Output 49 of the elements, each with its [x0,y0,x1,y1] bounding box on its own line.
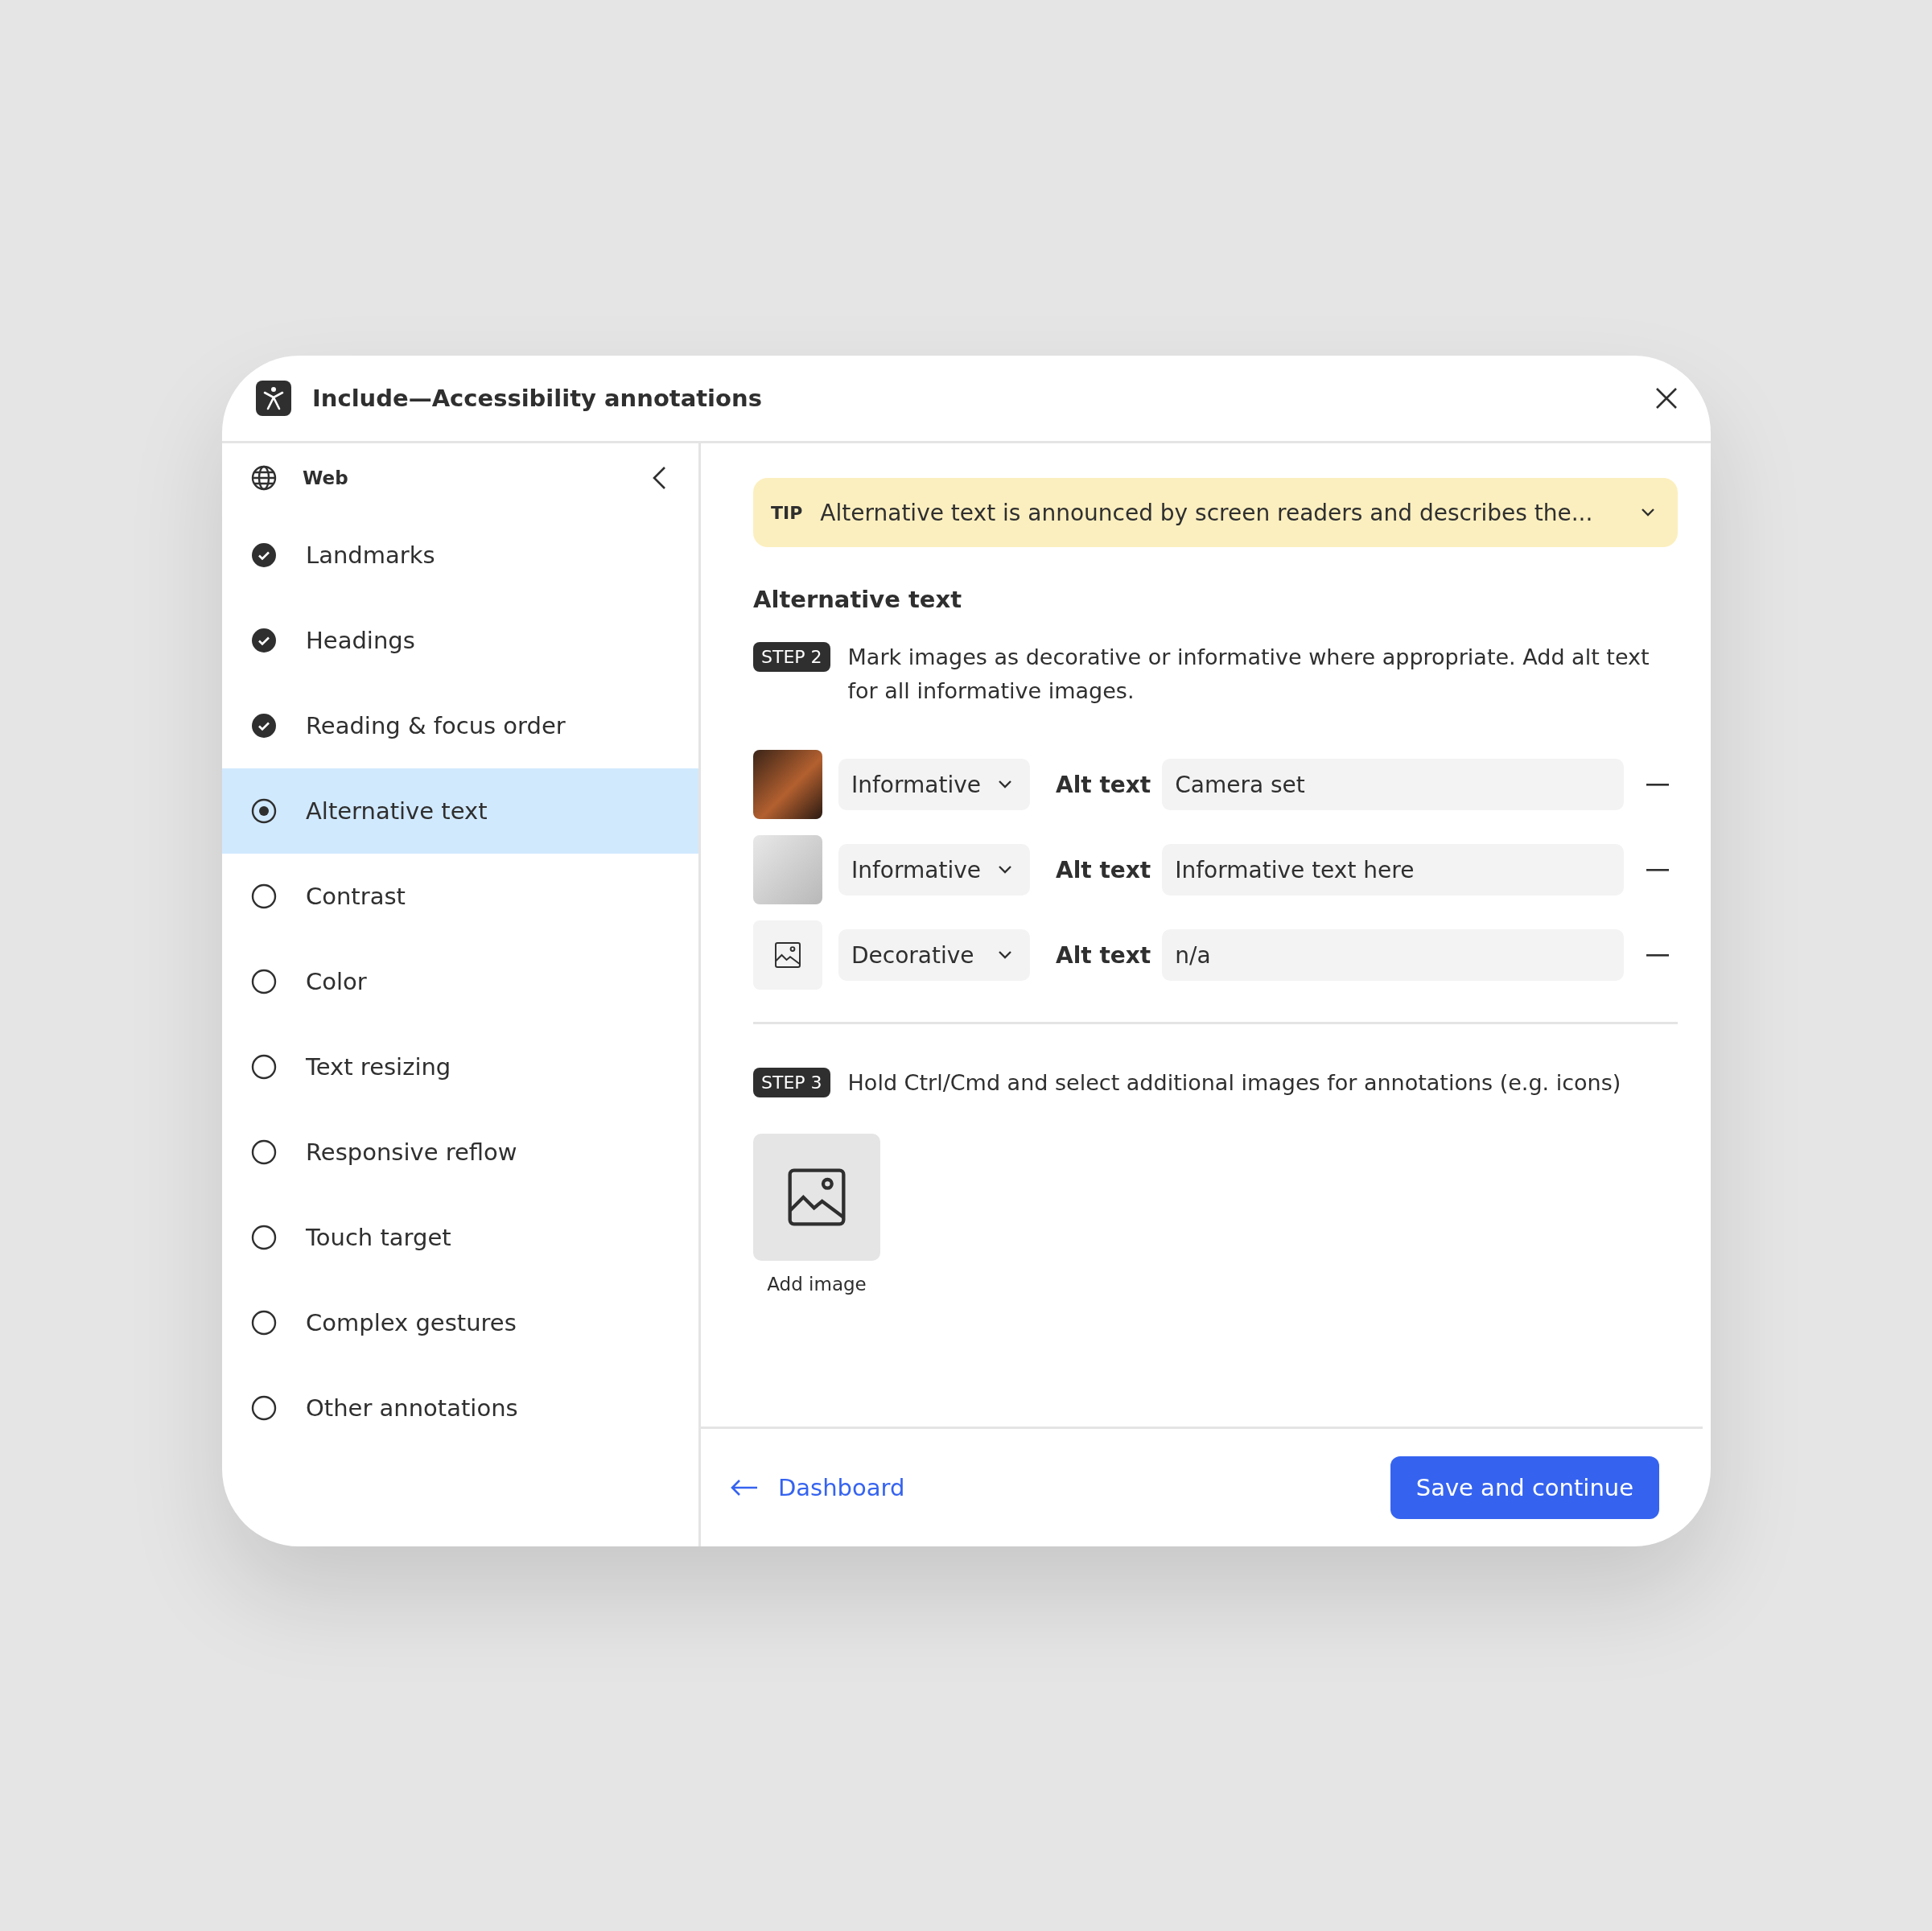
add-image-button[interactable] [753,1134,880,1261]
collapse-button[interactable] [652,466,666,490]
tip-label: TIP [771,502,803,523]
image-icon [773,941,802,970]
sidebar-item[interactable]: Complex gestures [222,1280,698,1365]
save-and-continue-button[interactable]: Save and continue [1390,1456,1659,1519]
alt-text-label: Alt text [1056,941,1151,969]
window-title: Include—Accessibility annotations [312,385,763,412]
globe-icon [251,465,277,491]
image-type-dropdown[interactable]: Informative [838,844,1030,896]
accessibility-person-icon [256,381,291,416]
alt-text-label: Alt text [1056,771,1151,798]
minus-icon [1646,783,1670,786]
chevron-down-icon [998,950,1012,960]
platform-label: Web [303,467,349,488]
minus-icon [1646,953,1670,957]
chevron-down-icon [998,865,1012,875]
dashboard-link[interactable]: Dashboard [730,1474,905,1501]
sidebar-item[interactable]: Text resizing [222,1024,698,1110]
section-heading: Alternative text [753,586,962,613]
close-icon [1654,386,1679,410]
arrow-left-icon [730,1479,759,1497]
sidebar-item[interactable]: Alternative text [222,768,698,854]
step-instructions: Hold Ctrl/Cmd and select additional images for annotations (e.g. icons) [847,1069,1621,1097]
chevron-down-icon [998,780,1012,789]
sidebar-item[interactable]: Headings [222,598,698,683]
alt-text-label: Alt text [1056,856,1151,883]
sidebar-item[interactable]: Color [222,939,698,1024]
alt-text-field[interactable]: Camera set [1162,759,1625,810]
image-type-dropdown[interactable]: Decorative [838,929,1030,981]
sidebar-item[interactable]: Reading & focus order [222,683,698,768]
sidebar-item[interactable]: Landmarks [222,513,698,598]
sidebar-item[interactable]: Contrast [222,854,698,939]
tip-banner[interactable]: TIP Alternative text is announced by screen readers and describes the... [753,478,1678,547]
add-image-label: Add image [766,1274,867,1295]
image-type-dropdown[interactable]: Informative [838,759,1030,810]
close-button[interactable] [1654,386,1679,410]
step-label: STEP 2 [753,642,830,672]
sidebar-item[interactable]: Responsive reflow [222,1110,698,1195]
step-label: STEP 3 [753,1068,830,1097]
alt-text-field[interactable]: Informative text here [1162,844,1625,896]
chevron-left-icon [652,466,666,490]
step-instructions: Mark images as decorative or informative where appropriate. Add alt text for all informative images. [847,644,1650,705]
alt-text-field[interactable]: n/a [1162,929,1625,981]
sidebar-item[interactable]: Other annotations [222,1365,698,1451]
tip-text: Alternative text is announced by screen readers and describes the... [820,499,1594,526]
chevron-down-icon [1641,508,1655,517]
minus-icon [1646,868,1670,871]
sidebar-item[interactable]: Touch target [222,1195,698,1280]
